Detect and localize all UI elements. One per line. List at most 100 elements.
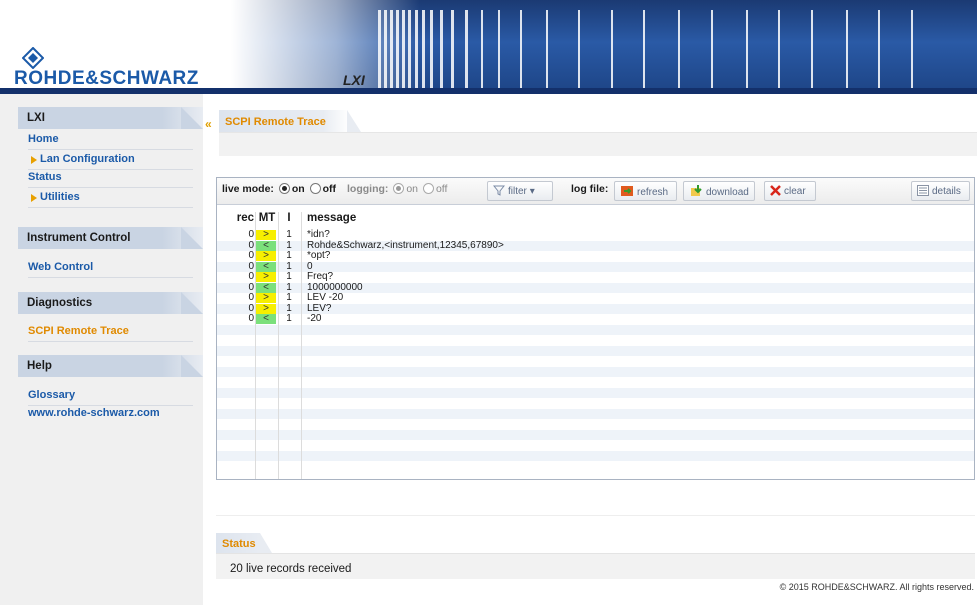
status-text: 20 live records received bbox=[230, 563, 352, 575]
refresh-label: refresh bbox=[637, 187, 669, 198]
expand-arrow-icon bbox=[31, 156, 37, 164]
sidebar-item-www-rohde-schwarz-com[interactable]: www.rohde-schwarz.com bbox=[28, 404, 193, 424]
tab-scpi-remote-trace[interactable]: SCPI Remote Trace bbox=[219, 110, 361, 132]
column-divider bbox=[301, 212, 302, 479]
collapse-sidebar-icon[interactable]: « bbox=[205, 117, 212, 131]
sidebar-item-label: Home bbox=[28, 133, 59, 145]
column-header-l[interactable]: I bbox=[278, 212, 300, 224]
clear-x-icon bbox=[770, 185, 781, 196]
sidebar-section-instrument-control: Instrument Control bbox=[18, 227, 203, 249]
live-mode-off-radio[interactable] bbox=[309, 183, 321, 194]
row-l-cell: 1 bbox=[286, 229, 292, 240]
row-rec-cell: 0 bbox=[248, 260, 254, 272]
trace-table: rec MT I message 0 >1 *idn? 0 <1 Rohde&Schwar… bbox=[217, 206, 974, 479]
refresh-button[interactable]: refresh bbox=[614, 181, 677, 201]
column-header-message[interactable]: message bbox=[307, 212, 356, 224]
filter-label: filter bbox=[508, 186, 527, 197]
row-message-cell: -20 bbox=[307, 313, 322, 324]
filter-icon bbox=[493, 185, 505, 196]
live-mode-label: live mode: bbox=[222, 183, 274, 195]
table-row[interactable]: 0 >1 LEV? bbox=[217, 302, 974, 314]
live-mode-on-label: on bbox=[291, 183, 305, 195]
table-row[interactable]: 0 >1 *idn? bbox=[217, 229, 974, 240]
table-row[interactable]: 0 >1 LEV -20 bbox=[217, 292, 974, 303]
header-bar-decoration bbox=[422, 10, 425, 88]
row-mt-cell: > bbox=[256, 293, 276, 303]
header-bar-decoration bbox=[678, 10, 680, 88]
trace-table-header: rec MT I message bbox=[217, 212, 974, 227]
header-bar-decoration bbox=[911, 10, 913, 88]
sidebar-item-home[interactable]: Home bbox=[28, 130, 193, 150]
row-l-cell: 1 bbox=[286, 271, 292, 282]
logging-off-radio[interactable] bbox=[422, 183, 434, 194]
sidebar-section-lxi: LXI bbox=[18, 107, 203, 129]
table-row bbox=[217, 450, 974, 461]
table-row[interactable]: 0 <1 -20 bbox=[217, 313, 974, 324]
header-bar-decoration bbox=[778, 10, 780, 88]
logging-group: logging: on off bbox=[347, 183, 447, 195]
row-message-cell: LEV -20 bbox=[307, 292, 344, 303]
header-bar-decoration bbox=[465, 10, 468, 88]
download-icon bbox=[691, 185, 702, 196]
sidebar-item-lan-configuration[interactable]: Lan Configuration bbox=[28, 150, 193, 170]
column-divider bbox=[255, 212, 256, 479]
filter-button[interactable]: filter ▾ bbox=[487, 181, 553, 201]
table-row bbox=[217, 356, 974, 366]
sidebar-item-label: Lan Configuration bbox=[40, 153, 135, 165]
brand-logo-text[interactable]: ROHDE&SCHWARZ bbox=[14, 68, 199, 90]
sidebar-item-label: Glossary bbox=[28, 389, 76, 401]
row-l-cell: 1 bbox=[286, 292, 292, 303]
table-row[interactable]: 0 <1 0 bbox=[217, 260, 974, 272]
sidebar-item-status[interactable]: Status bbox=[28, 168, 193, 188]
sidebar-item-label: SCPI Remote Trace bbox=[28, 325, 129, 337]
live-mode-on-radio[interactable] bbox=[278, 183, 290, 194]
column-header-mt[interactable]: MT bbox=[257, 212, 277, 224]
table-row bbox=[217, 335, 974, 345]
status-title: Status bbox=[216, 533, 272, 553]
row-message-cell: *opt? bbox=[307, 250, 331, 261]
header-bar-decoration bbox=[520, 10, 522, 88]
header-bar-decoration bbox=[498, 10, 500, 88]
details-button[interactable]: details bbox=[911, 181, 970, 201]
table-row bbox=[217, 387, 974, 398]
logging-label: logging: bbox=[347, 183, 389, 195]
table-row bbox=[217, 440, 974, 450]
header-bar-decoration bbox=[546, 10, 548, 88]
row-rec-cell: 0 bbox=[248, 313, 254, 324]
header-bar-decoration bbox=[643, 10, 645, 88]
sidebar-item-glossary[interactable]: Glossary bbox=[28, 386, 193, 406]
expand-arrow-icon bbox=[31, 194, 37, 202]
header-bar-decoration bbox=[481, 10, 483, 88]
header-bar-decoration bbox=[711, 10, 713, 88]
lxi-logo: LXI bbox=[343, 72, 365, 88]
column-header-rec[interactable]: rec bbox=[233, 212, 254, 224]
header-bar-decoration bbox=[746, 10, 748, 88]
sidebar-item-scpi-remote-trace[interactable]: SCPI Remote Trace bbox=[28, 322, 193, 342]
logging-on-radio[interactable] bbox=[393, 183, 405, 194]
download-button[interactable]: download bbox=[683, 181, 755, 201]
table-row bbox=[217, 345, 974, 356]
table-row[interactable]: 0 <1 Rohde&Schwarz,<instrument,12345,67890… bbox=[217, 240, 974, 251]
clear-button[interactable]: clear bbox=[764, 181, 816, 201]
scpi-trace-panel: live mode: on off logging: on off filter… bbox=[216, 177, 975, 480]
row-mt-cell: < bbox=[256, 261, 276, 272]
row-message-cell: LEV? bbox=[307, 302, 332, 314]
sidebar-item-label: Status bbox=[28, 171, 62, 183]
header-bar-decoration bbox=[878, 10, 880, 88]
header-bar-decoration bbox=[578, 10, 580, 88]
copyright-notice: © 2015 ROHDE&SCHWARZ. All rights reserve… bbox=[779, 582, 974, 592]
page-tab-area: « SCPI Remote Trace bbox=[203, 110, 977, 156]
sidebar-item-web-control[interactable]: Web Control bbox=[28, 258, 193, 278]
details-label: details bbox=[932, 186, 961, 197]
table-row[interactable]: 0 >1 Freq? bbox=[217, 271, 974, 282]
sidebar-item-utilities[interactable]: Utilities bbox=[28, 188, 193, 208]
row-mt-cell: > bbox=[256, 251, 276, 261]
table-row[interactable]: 0 <1 1000000000 bbox=[217, 282, 974, 293]
table-row[interactable]: 0 >1 *opt? bbox=[217, 250, 974, 261]
chevron-down-icon: ▾ bbox=[529, 186, 535, 197]
row-mt-cell: < bbox=[256, 282, 276, 293]
row-rec-cell: 0 bbox=[248, 292, 254, 303]
row-mt-cell: < bbox=[256, 240, 276, 251]
live-mode-off-label: off bbox=[322, 183, 337, 195]
row-l-cell: 1 bbox=[286, 260, 292, 272]
